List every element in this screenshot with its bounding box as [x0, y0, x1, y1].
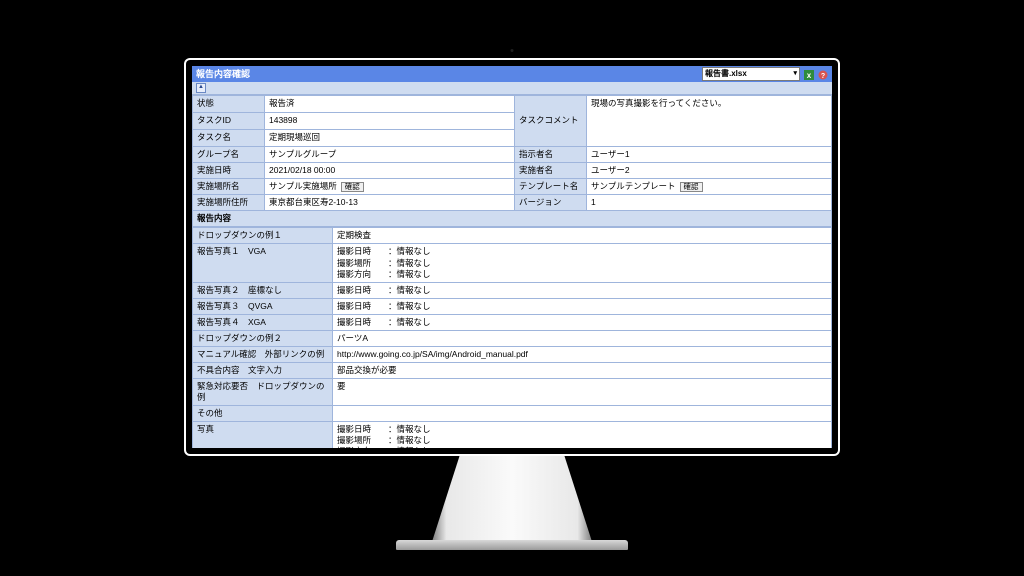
report-row-label: 不具合内容 文字入力	[193, 362, 333, 378]
header-table: 状態 報告済 タスクコメント 現場の写真撮影を行ってください。 タスクID 14…	[192, 95, 832, 227]
help-icon[interactable]: ?	[818, 69, 828, 79]
report-row-label: 報告写真４ XGA	[193, 314, 333, 330]
status-value: 報告済	[265, 96, 515, 113]
monitor-bezel: 報告内容確認 報告書.xlsx ▾ x ? ▲	[186, 60, 838, 454]
template-text: サンプルテンプレート	[591, 181, 676, 191]
chevron-down-icon: ▾	[793, 66, 797, 82]
placename-text: サンプル実施場所	[269, 181, 337, 191]
executor-label: 実施者名	[515, 163, 587, 179]
report-row: 報告写真１ VGA撮影日時 ：情報なし 撮影場所 ：情報なし 撮影方向 ：情報な…	[193, 244, 832, 282]
report-section-header: 報告内容	[193, 211, 832, 227]
report-rows-table: ドロップダウンの例１定期検査報告写真１ VGA撮影日時 ：情報なし 撮影場所 ：…	[192, 227, 832, 448]
datetime-value: 2021/02/18 00:00	[265, 163, 515, 179]
report-row-value: 撮影日時 ：情報なし	[333, 282, 832, 298]
app-screen: 報告内容確認 報告書.xlsx ▾ x ? ▲	[192, 66, 832, 448]
report-row-value	[333, 406, 832, 422]
version-label: バージョン	[515, 195, 587, 211]
report-row-value: 撮影日時 ：情報なし	[333, 298, 832, 314]
placename-value: サンプル実施場所確認	[265, 179, 515, 195]
collapse-button[interactable]: ▲	[196, 83, 206, 93]
comment-value: 現場の写真撮影を行ってください。	[587, 96, 832, 147]
group-value: サンプルグループ	[265, 147, 515, 163]
report-row: 緊急対応要否 ドロップダウンの例要	[193, 378, 832, 405]
report-row-label: ドロップダウンの例２	[193, 330, 333, 346]
template-value: サンプルテンプレート確認	[587, 179, 832, 195]
window-titlebar: 報告内容確認 報告書.xlsx ▾ x ?	[192, 66, 832, 82]
executor-value: ユーザー2	[587, 163, 832, 179]
report-row-value: 要	[333, 378, 832, 405]
export-format-value: 報告書.xlsx	[705, 66, 747, 82]
toolbar: ▲	[192, 82, 832, 95]
export-format-select[interactable]: 報告書.xlsx ▾	[702, 67, 800, 81]
export-excel-icon[interactable]: x	[804, 69, 814, 79]
addr-value: 東京都台東区寿2-10-13	[265, 195, 515, 211]
report-row: 不具合内容 文字入力部品交換が必要	[193, 362, 832, 378]
instructor-label: 指示者名	[515, 147, 587, 163]
report-row-label: 報告写真１ VGA	[193, 244, 333, 282]
report-row-label: 報告写真３ QVGA	[193, 298, 333, 314]
taskname-label: タスク名	[193, 130, 265, 147]
app-content: 報告内容確認 報告書.xlsx ▾ x ? ▲	[192, 66, 832, 448]
template-label: テンプレート名	[515, 179, 587, 195]
report-row-value: http://www.going.co.jp/SA/img/Android_ma…	[333, 346, 832, 362]
taskid-label: タスクID	[193, 113, 265, 130]
report-row-value: 定期検査	[333, 228, 832, 244]
version-value: 1	[587, 195, 832, 211]
taskid-value: 143898	[265, 113, 515, 130]
monitor-frame: 報告内容確認 報告書.xlsx ▾ x ? ▲	[184, 58, 840, 456]
template-confirm-button[interactable]: 確認	[680, 182, 703, 192]
report-row-value: 撮影日時 ：情報なし	[333, 314, 832, 330]
report-row-value: 部品交換が必要	[333, 362, 832, 378]
report-row: 報告写真４ XGA撮影日時 ：情報なし	[193, 314, 832, 330]
report-row-label: 緊急対応要否 ドロップダウンの例	[193, 378, 333, 405]
monitor-stand-neck	[430, 456, 594, 548]
status-label: 状態	[193, 96, 265, 113]
report-row: マニュアル確認 外部リンクの例http://www.going.co.jp/SA…	[193, 346, 832, 362]
report-row-label: マニュアル確認 外部リンクの例	[193, 346, 333, 362]
svg-text:x: x	[807, 71, 812, 80]
report-row-value: 撮影日時 ：情報なし 撮影場所 ：情報なし 撮影方向 ：情報なし	[333, 422, 832, 448]
report-row: ドロップダウンの例２パーツA	[193, 330, 832, 346]
taskname-value: 定期現場巡回	[265, 130, 515, 147]
monitor-stand-base	[396, 540, 628, 550]
report-row-value: パーツA	[333, 330, 832, 346]
report-row-label: 報告写真２ 座標なし	[193, 282, 333, 298]
report-row: 報告写真３ QVGA撮影日時 ：情報なし	[193, 298, 832, 314]
instructor-value: ユーザー1	[587, 147, 832, 163]
report-row-label: 写真	[193, 422, 333, 448]
comment-label: タスクコメント	[515, 96, 587, 147]
report-row-label: ドロップダウンの例１	[193, 228, 333, 244]
report-row: ドロップダウンの例１定期検査	[193, 228, 832, 244]
group-label: グループ名	[193, 147, 265, 163]
datetime-label: 実施日時	[193, 163, 265, 179]
report-row: 写真撮影日時 ：情報なし 撮影場所 ：情報なし 撮影方向 ：情報なし	[193, 422, 832, 448]
window-title: 報告内容確認	[196, 66, 250, 82]
report-row: その他	[193, 406, 832, 422]
report-row: 報告写真２ 座標なし撮影日時 ：情報なし	[193, 282, 832, 298]
addr-label: 実施場所住所	[193, 195, 265, 211]
report-row-label: その他	[193, 406, 333, 422]
webcam-dot	[511, 49, 514, 52]
placename-label: 実施場所名	[193, 179, 265, 195]
svg-text:?: ?	[821, 73, 825, 80]
report-row-value: 撮影日時 ：情報なし 撮影場所 ：情報なし 撮影方向 ：情報なし	[333, 244, 832, 282]
placename-confirm-button[interactable]: 確認	[341, 182, 364, 192]
